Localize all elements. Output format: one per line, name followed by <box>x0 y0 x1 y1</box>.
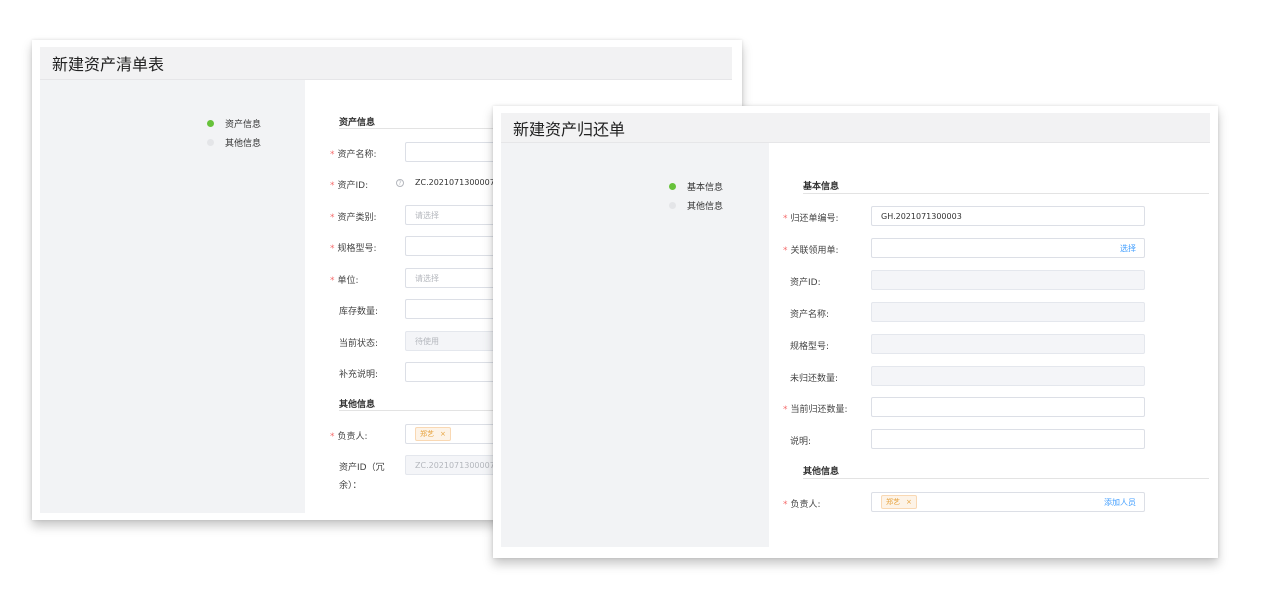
owner-tag: 郑艺 × <box>415 427 451 441</box>
owner-tag: 郑艺 × <box>881 495 917 509</box>
current-return-quantity-label: * 当前归还数量: <box>783 405 848 415</box>
step-basic-info[interactable]: 基本信息 <box>669 180 723 193</box>
close-icon[interactable]: × <box>906 498 912 506</box>
step-inactive-dot-icon <box>207 139 214 146</box>
current-return-quantity-input[interactable] <box>871 397 1145 417</box>
asset-id-label: 资产ID: <box>790 278 821 288</box>
redundant-id-label-line1: 资产ID（冗 <box>339 463 385 473</box>
model-label: 规格型号: <box>790 342 830 352</box>
step-active-dot-icon <box>669 183 676 190</box>
owner-label: * 负责人: <box>783 500 821 510</box>
section-title-basic-info: 基本信息 <box>803 179 1209 194</box>
asset-id-label: * 资产ID: <box>330 181 369 191</box>
asset-name-label: * 资产名称: <box>330 150 377 160</box>
return-form-title: 新建资产归还单 <box>501 113 1210 143</box>
note-label: 说明: <box>790 437 812 447</box>
step-asset-info[interactable]: 资产信息 <box>207 117 261 130</box>
current-status-label: 当前状态: <box>339 339 379 349</box>
asset-name-field <box>871 302 1145 322</box>
stock-quantity-label: 库存数量: <box>339 307 379 317</box>
return-no-label: * 归还单编号: <box>783 214 839 224</box>
asset-return-form-window: 新建资产归还单 基本信息 其他信息 基本信息 * 归还单编号: GH.202107… <box>493 106 1218 558</box>
return-no-input[interactable]: GH.2021071300003 <box>871 206 1145 226</box>
return-form-step-sidebar: 基本信息 其他信息 <box>501 143 769 547</box>
asset-form-title: 新建资产清单表 <box>40 47 732 80</box>
unreturned-quantity-label: 未归还数量: <box>790 374 839 384</box>
linked-order-input[interactable]: 选择 <box>871 238 1145 258</box>
model-field <box>871 334 1145 354</box>
asset-unit-label: * 单位: <box>330 276 359 286</box>
asset-name-label: 资产名称: <box>790 310 830 320</box>
step-inactive-dot-icon <box>669 202 676 209</box>
section-title-other-info: 其他信息 <box>803 464 1209 479</box>
asset-model-label: * 规格型号: <box>330 244 377 254</box>
question-circle-icon[interactable]: ? <box>396 179 404 187</box>
linked-order-label: * 关联领用单: <box>783 246 839 256</box>
step-label: 其他信息 <box>687 202 724 212</box>
supplement-note-label: 补充说明: <box>339 370 379 380</box>
step-active-dot-icon <box>207 120 214 127</box>
asset-form-step-sidebar: 资产信息 其他信息 <box>40 80 305 513</box>
note-input[interactable] <box>871 429 1145 449</box>
asset-id-value: ZC.2021071300007 <box>415 178 495 187</box>
owner-select[interactable]: 郑艺 × 添加人员 <box>871 492 1145 512</box>
redundant-id-label-line2: 余）： <box>339 481 362 491</box>
step-other-info[interactable]: 其他信息 <box>669 199 723 212</box>
step-label: 资产信息 <box>225 120 262 130</box>
select-button[interactable]: 选择 <box>1120 243 1136 254</box>
unreturned-quantity-field <box>871 366 1145 386</box>
add-person-button[interactable]: 添加人员 <box>1104 497 1136 508</box>
step-label: 其他信息 <box>225 139 262 149</box>
asset-category-label: * 资产类别: <box>330 213 377 223</box>
owner-label: * 负责人: <box>330 432 368 442</box>
step-other-info[interactable]: 其他信息 <box>207 136 261 149</box>
step-label: 基本信息 <box>687 183 724 193</box>
close-icon[interactable]: × <box>440 430 446 438</box>
asset-id-field <box>871 270 1145 290</box>
